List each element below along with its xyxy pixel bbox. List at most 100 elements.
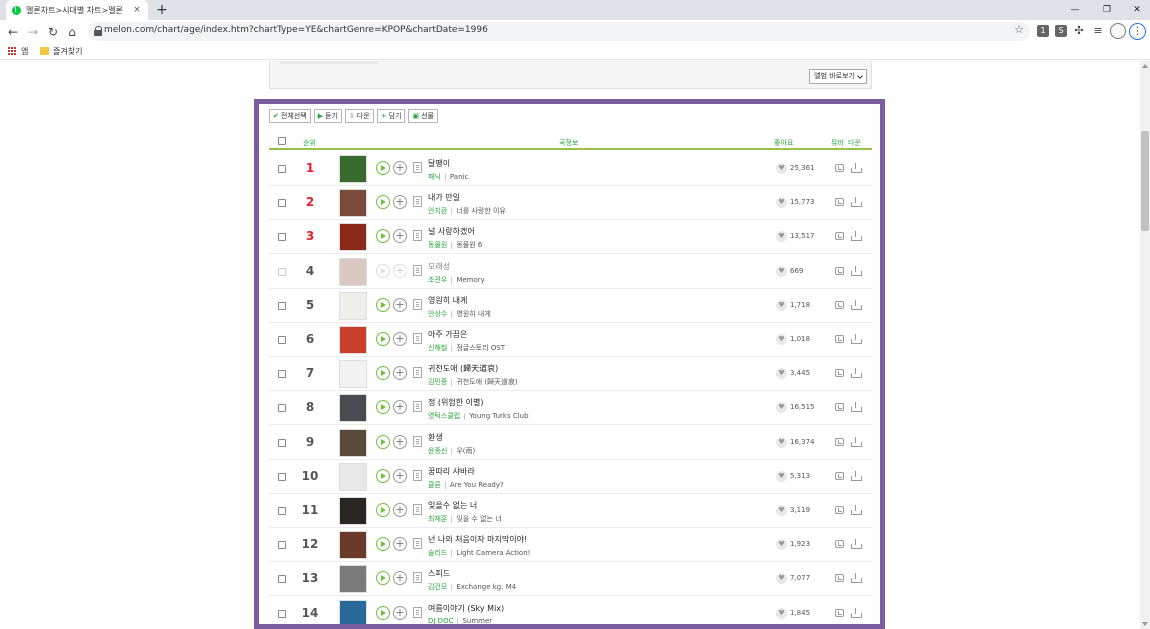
song-title[interactable]: 꿍따리 샤바라 [428, 466, 475, 477]
song-title[interactable]: 아주 가끔은 [428, 329, 467, 340]
song-title[interactable]: 환생 [428, 432, 443, 443]
play-icon[interactable] [376, 469, 390, 483]
music-video-icon[interactable] [835, 198, 844, 206]
heart-icon[interactable]: ♥ [776, 539, 787, 550]
address-bar[interactable]: melon.com/chart/age/index.htm?chartType=… [88, 22, 1030, 41]
music-video-icon[interactable] [835, 267, 844, 275]
play-icon[interactable] [376, 435, 390, 449]
row-checkbox[interactable] [278, 370, 286, 378]
extension-s-icon[interactable]: S [1055, 25, 1067, 37]
song-title[interactable]: 영원히 내게 [428, 295, 467, 306]
back-icon[interactable]: ← [5, 24, 21, 40]
play-icon[interactable] [376, 400, 390, 414]
scroll-up-icon[interactable] [1142, 64, 1148, 68]
row-checkbox[interactable] [278, 541, 286, 549]
add-icon[interactable]: + [393, 606, 407, 620]
bookmark-favorites[interactable]: 즐겨찾기 [53, 46, 82, 57]
album-name[interactable]: Young Turks Club [469, 412, 528, 420]
add-icon[interactable]: + [393, 195, 407, 209]
album-cover[interactable] [339, 565, 367, 593]
album-name[interactable]: 귀천도애 (歸天道哀) [456, 378, 517, 386]
add-icon[interactable]: + [393, 366, 407, 380]
download-icon[interactable] [851, 197, 862, 207]
heart-icon[interactable]: ♥ [776, 368, 787, 379]
album-name[interactable]: Memory [456, 276, 484, 284]
album-cover[interactable] [339, 189, 367, 217]
song-title[interactable]: 여름이야기 (Sky Mix) [428, 603, 504, 614]
artist-name[interactable]: 슬리드 [428, 549, 447, 557]
artist-name[interactable]: DJ DOC [428, 617, 453, 624]
minimize-icon[interactable]: — [1060, 0, 1090, 20]
artist-name[interactable]: 최재훈 [428, 515, 447, 523]
album-cover[interactable] [339, 497, 367, 525]
close-window-icon[interactable]: ✕ [1122, 0, 1150, 20]
new-tab-button[interactable]: + [154, 2, 170, 18]
heart-icon[interactable]: ♥ [776, 471, 787, 482]
heart-icon[interactable]: ♥ [776, 231, 787, 242]
song-title[interactable]: 모래성 [428, 261, 450, 272]
add-icon[interactable]: + [393, 332, 407, 346]
song-info-icon[interactable] [413, 538, 422, 549]
row-checkbox[interactable] [278, 165, 286, 173]
artist-name[interactable]: 안상수 [428, 310, 447, 318]
song-info-icon[interactable] [413, 401, 422, 412]
heart-icon[interactable]: ♥ [776, 437, 787, 448]
header-checkbox[interactable] [278, 137, 286, 145]
reload-icon[interactable]: ↻ [45, 24, 61, 40]
add-to-playlist-button[interactable]: + 담기 [376, 109, 406, 123]
music-video-icon[interactable] [835, 164, 844, 172]
play-icon[interactable] [376, 161, 390, 175]
close-tab-icon[interactable]: × [132, 5, 142, 15]
download-icon[interactable] [851, 402, 862, 412]
add-icon[interactable]: + [393, 537, 407, 551]
row-checkbox[interactable] [278, 473, 286, 481]
heart-icon[interactable]: ♥ [776, 300, 787, 311]
music-video-icon[interactable] [835, 335, 844, 343]
song-title[interactable]: 달팽이 [428, 158, 450, 169]
add-icon[interactable]: + [393, 298, 407, 312]
artist-name[interactable]: 신해철 [428, 344, 447, 352]
artist-name[interactable]: 동물원 [428, 241, 447, 249]
menu-kebab-icon[interactable]: ⋮ [1129, 23, 1146, 40]
album-name[interactable]: Summer [462, 617, 492, 624]
download-button[interactable]: ⇩ 다운 [344, 109, 374, 123]
add-icon[interactable]: + [393, 400, 407, 414]
album-name[interactable]: Light Camera Action! [456, 549, 530, 557]
play-icon[interactable] [376, 332, 390, 346]
heart-icon[interactable]: ♥ [776, 402, 787, 413]
song-info-icon[interactable] [413, 607, 422, 618]
play-icon[interactable] [376, 298, 390, 312]
add-icon[interactable]: + [393, 469, 407, 483]
download-icon[interactable] [851, 437, 862, 447]
music-video-icon[interactable] [835, 506, 844, 514]
row-checkbox[interactable] [278, 507, 286, 515]
forward-icon[interactable]: → [25, 24, 41, 40]
row-checkbox[interactable] [278, 302, 286, 310]
music-video-icon[interactable] [835, 540, 844, 548]
music-video-icon[interactable] [835, 232, 844, 240]
song-info-icon[interactable] [413, 504, 422, 515]
album-name[interactable]: 영원히 내게 [456, 310, 490, 318]
artist-name[interactable]: 안치환 [428, 207, 447, 215]
song-info-icon[interactable] [413, 367, 422, 378]
add-icon[interactable]: + [393, 503, 407, 517]
artist-name[interactable]: 윤종신 [428, 447, 447, 455]
song-info-icon[interactable] [413, 265, 422, 276]
heart-icon[interactable]: ♥ [776, 505, 787, 516]
album-cover[interactable] [339, 600, 367, 624]
album-cover[interactable] [339, 155, 367, 183]
download-icon[interactable] [851, 266, 862, 276]
song-title[interactable]: 넌 나의 처음이자 마지막이야! [428, 534, 527, 545]
album-name[interactable]: Exchange kg. M4 [456, 583, 516, 591]
maximize-icon[interactable]: ❐ [1092, 0, 1122, 20]
play-icon[interactable] [376, 503, 390, 517]
song-title[interactable]: 정 (위험한 이별) [428, 397, 484, 408]
song-info-icon[interactable] [413, 333, 422, 344]
row-checkbox[interactable] [278, 233, 286, 241]
heart-icon[interactable]: ♥ [776, 573, 787, 584]
play-icon[interactable] [376, 195, 390, 209]
album-cover[interactable] [339, 326, 367, 354]
select-all-button[interactable]: ✔ 전체선택 [269, 109, 311, 123]
album-name[interactable]: Panic [450, 173, 468, 181]
heart-icon[interactable]: ♥ [776, 197, 787, 208]
